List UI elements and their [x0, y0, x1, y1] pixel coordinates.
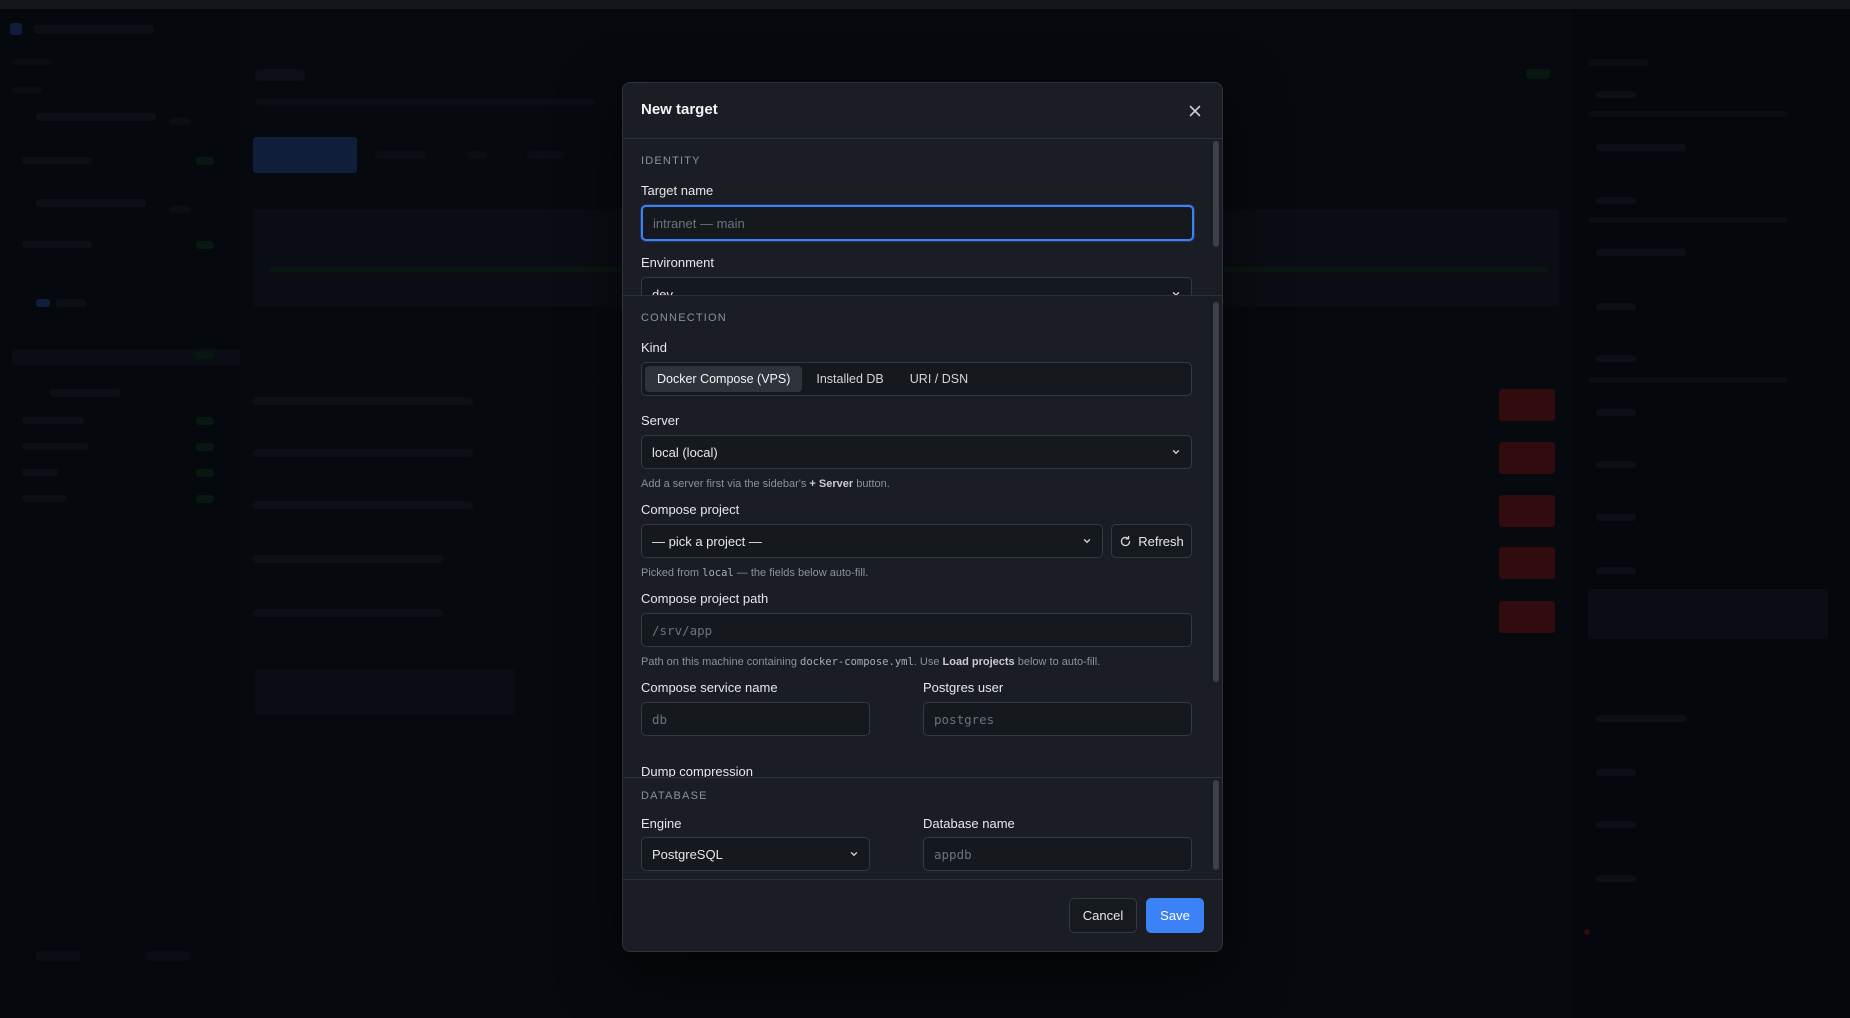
dialog-header: New target — [623, 83, 1222, 139]
server-select[interactable]: local (local) — [641, 435, 1192, 469]
chevron-down-icon — [1083, 539, 1091, 544]
compose-help-prefix: Picked from — [641, 567, 703, 579]
path-help-prefix: Path on this machine containing — [641, 656, 800, 668]
cancel-button[interactable]: Cancel — [1069, 898, 1137, 933]
database-section: DATABASE Engine PostgreSQL Database name — [623, 777, 1222, 878]
refresh-button[interactable]: Refresh — [1111, 524, 1192, 558]
server-help-prefix: Add a server first via the sidebar's — [641, 478, 810, 490]
identity-scrollbar[interactable] — [1213, 141, 1219, 247]
service-name-input[interactable] — [641, 702, 870, 736]
compose-path-help-text: Path on this machine containing docker-c… — [641, 656, 1100, 668]
service-name-label: Compose service name — [641, 680, 778, 695]
compose-help-code: local — [702, 567, 734, 579]
kind-option-docker-compose[interactable]: Docker Compose (VPS) — [645, 366, 803, 392]
kind-label: Kind — [641, 340, 668, 355]
dump-compression-label: Dump compression — [641, 764, 753, 778]
compose-path-label: Compose project path — [641, 591, 769, 606]
database-name-input[interactable] — [923, 837, 1192, 871]
path-help-code: docker-compose.yml — [800, 656, 914, 668]
postgres-user-input[interactable] — [923, 702, 1192, 736]
engine-select[interactable]: PostgreSQL — [641, 837, 870, 871]
engine-value: PostgreSQL — [652, 846, 723, 862]
connection-section: CONNECTION Kind Docker Compose (VPS) Ins… — [623, 295, 1222, 778]
close-button[interactable] — [1184, 100, 1206, 122]
compose-help-suffix: — the fields below auto-fill. — [733, 567, 869, 579]
environment-select[interactable]: dev — [641, 277, 1192, 295]
kind-option-uri-dsn[interactable]: URI / DSN — [898, 366, 980, 392]
connection-section-label: CONNECTION — [641, 312, 727, 324]
postgres-user-label: Postgres user — [923, 680, 1004, 695]
compose-project-help-text: Picked from local — the fields below aut… — [641, 567, 868, 579]
path-help-mid: . Use — [913, 656, 943, 668]
compose-project-label: Compose project — [641, 502, 740, 517]
path-help-bold: Load projects — [942, 656, 1015, 668]
chevron-down-icon — [1172, 450, 1180, 455]
connection-scrollbar[interactable] — [1213, 302, 1219, 682]
kind-selector: Docker Compose (VPS) Installed DB URI / … — [641, 362, 1192, 396]
server-help-text: Add a server first via the sidebar's + S… — [641, 478, 890, 490]
target-name-input[interactable] — [641, 205, 1194, 241]
environment-value: dev — [652, 286, 673, 296]
chevron-down-icon — [850, 852, 858, 857]
close-icon — [1189, 105, 1201, 117]
compose-project-select[interactable]: — pick a project — — [641, 524, 1103, 558]
new-target-dialog: New target IDENTITY Target name Environm… — [622, 82, 1223, 952]
refresh-icon — [1121, 535, 1131, 546]
server-help-bold: + Server — [809, 478, 854, 490]
save-button[interactable]: Save — [1146, 898, 1204, 933]
database-scrollbar[interactable] — [1213, 780, 1219, 870]
server-label: Server — [641, 413, 680, 428]
identity-section-label: IDENTITY — [641, 155, 701, 167]
target-name-label: Target name — [641, 183, 714, 198]
compose-path-input[interactable] — [641, 613, 1192, 647]
dialog-title: New target — [641, 101, 718, 118]
kind-option-installed-db[interactable]: Installed DB — [804, 366, 895, 392]
environment-label: Environment — [641, 255, 714, 270]
compose-project-value: — pick a project — — [652, 533, 762, 549]
dialog-footer: Cancel Save — [623, 879, 1222, 951]
refresh-label: Refresh — [1138, 533, 1184, 549]
server-value: local (local) — [652, 444, 718, 460]
path-help-suffix: below to auto-fill. — [1014, 656, 1101, 668]
server-help-suffix: button. — [853, 478, 890, 490]
database-name-label: Database name — [923, 816, 1015, 831]
database-section-label: DATABASE — [641, 790, 708, 802]
engine-label: Engine — [641, 816, 682, 831]
identity-section: IDENTITY Target name Environment dev — [623, 139, 1222, 295]
dialog-body: IDENTITY Target name Environment dev CON… — [623, 139, 1222, 878]
